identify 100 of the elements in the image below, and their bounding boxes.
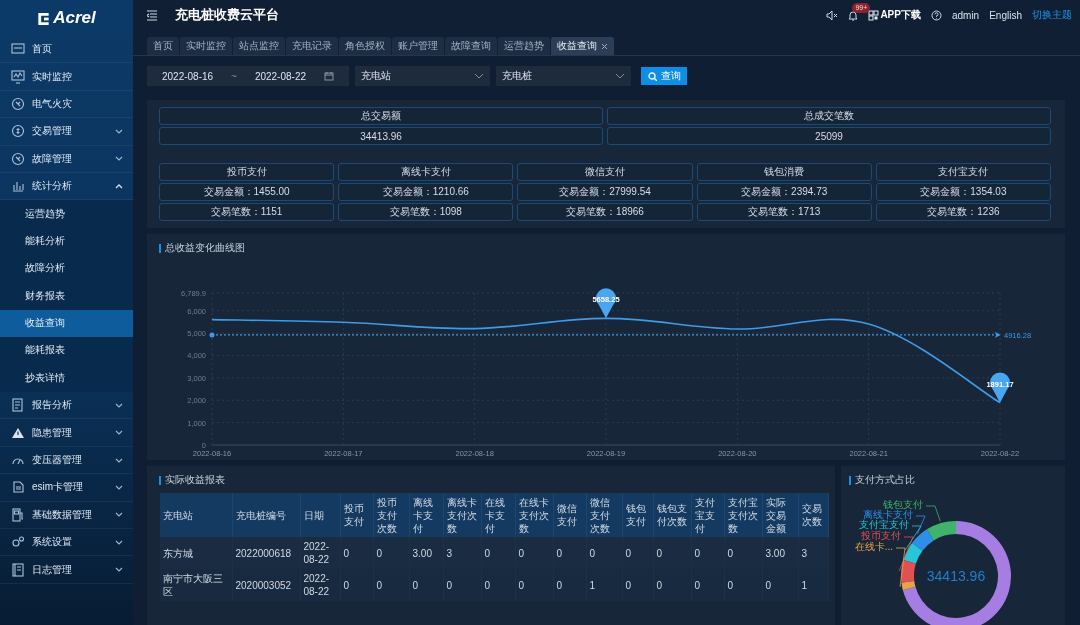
nav-item[interactable]: 交易管理 (0, 118, 133, 146)
table-cell: 0 (443, 569, 481, 601)
tab[interactable]: 收益查询 (551, 37, 614, 55)
table-cell: 0 (409, 569, 443, 601)
nav-item[interactable]: 基础数据管理 (0, 501, 133, 530)
nav-item[interactable]: esim卡管理 (0, 474, 133, 502)
nav-subitem[interactable]: 故障分析 (0, 255, 133, 283)
stat-value: 交易笔数：18966 (517, 203, 693, 221)
date-range-field[interactable]: 2022-08-16 ~ 2022-08-22 (147, 66, 349, 86)
bell-icon[interactable] (848, 9, 859, 21)
stat-label: 总成交笔数 (607, 107, 1051, 125)
column-header[interactable]: 实际交易金额 (762, 493, 798, 537)
column-header[interactable]: 投币支付 (340, 493, 373, 537)
logo-text: Acrel (53, 8, 96, 28)
stat-label: 总交易额 (159, 107, 603, 125)
nav-subitem[interactable]: 能耗分析 (0, 227, 133, 256)
nav-subitem[interactable]: 财务报表 (0, 282, 133, 310)
table-cell: 2020003052 (232, 569, 300, 601)
table-cell: 0 (553, 537, 586, 569)
nav-item[interactable]: 系统设置 (0, 529, 133, 557)
coin-icon (11, 124, 25, 139)
nav-item[interactable]: 日志管理 (0, 556, 133, 584)
help-icon[interactable] (930, 9, 942, 21)
chevron-down-icon (474, 73, 484, 79)
column-header[interactable]: 充电桩编号 (232, 493, 300, 537)
search-icon (647, 71, 657, 81)
stat-value: 交易笔数：1236 (875, 203, 1051, 221)
tab[interactable]: 账户管理 (392, 37, 444, 55)
tab[interactable]: 站点监控 (233, 37, 285, 55)
app-title: 充电桩收费云平台 (175, 6, 280, 24)
nav-item[interactable]: 首页 (0, 36, 133, 64)
payment-method-label: 微信支付 (517, 163, 693, 181)
nav-item[interactable]: 报告分析 (0, 392, 133, 420)
stat-value: 交易金额：1354.03 (875, 183, 1051, 201)
chevron-down-icon (615, 73, 625, 79)
column-header[interactable]: 日期 (300, 493, 340, 537)
tab[interactable]: 运营趋势 (498, 37, 550, 55)
table-cell: 0 (653, 537, 691, 569)
table-cell: 东方城 (160, 537, 232, 569)
table-cell: 0 (691, 537, 724, 569)
nav-subitem[interactable]: 运营趋势 (0, 200, 133, 228)
monitor-icon (11, 42, 25, 57)
column-header[interactable]: 钱包支付次数 (653, 493, 691, 537)
column-header[interactable]: 微信支付 (553, 493, 586, 537)
app-download-link[interactable]: APP下载 (880, 8, 921, 22)
nav-subitem[interactable]: 能耗报表 (0, 337, 133, 365)
tab[interactable]: 角色授权 (339, 37, 391, 55)
column-header[interactable]: 钱包支付 (622, 493, 653, 537)
column-header[interactable]: 交易次数 (798, 493, 828, 537)
circle-icon (11, 96, 25, 111)
qr-code-icon[interactable] (868, 9, 880, 21)
nav-item[interactable]: 实时监控 (0, 63, 133, 91)
logo-icon (37, 10, 51, 26)
book-icon (11, 562, 25, 577)
table-cell: 0 (691, 569, 724, 601)
payment-method-label: 投币支付 (159, 163, 335, 181)
table-cell: 0 (622, 569, 653, 601)
pile-select[interactable]: 充电桩 (496, 66, 631, 86)
tab[interactable]: 实时监控 (180, 37, 232, 55)
column-header[interactable]: 在线卡支付次数 (515, 493, 553, 537)
table-cell: 0 (340, 537, 373, 569)
column-header[interactable]: 在线卡支付 (481, 493, 515, 537)
card-icon (11, 480, 25, 495)
table-cell: 1 (798, 569, 828, 601)
nav-subitem[interactable]: 收益查询 (0, 309, 133, 338)
nav-item[interactable]: 电气火灾 (0, 90, 133, 119)
nav-item[interactable]: 故障管理 (0, 145, 133, 173)
column-header[interactable]: 离线卡支付 (409, 493, 443, 537)
user-name[interactable]: admin (951, 9, 980, 21)
tab[interactable]: 首页 (147, 37, 179, 55)
theme-link[interactable]: 切换主题 (1032, 8, 1072, 22)
menu-icon[interactable] (147, 9, 157, 21)
nav-subitem[interactable]: 抄表详情 (0, 364, 133, 393)
table-cell: 3 (443, 537, 481, 569)
nav-item[interactable]: 隐患管理 (0, 419, 133, 447)
tab[interactable]: 充电记录 (286, 37, 338, 55)
column-header[interactable]: 充电站 (160, 493, 232, 537)
column-header[interactable]: 投币支付次数 (373, 493, 409, 537)
tab[interactable]: 故障查询 (445, 37, 497, 55)
table-cell: 0 (481, 569, 515, 601)
nav-item[interactable]: 变压器管理 (0, 446, 133, 475)
center-value: 34413.96 (926, 568, 986, 584)
table-cell: 0 (622, 537, 653, 569)
close-icon[interactable] (601, 42, 608, 50)
column-header[interactable]: 支付宝支付次数 (724, 493, 762, 537)
calendar-icon[interactable] (324, 71, 334, 81)
table-cell: 南宁市大阪三区 (160, 569, 232, 601)
bar-chart-icon (11, 179, 25, 194)
section-title: 总收益变化曲线图 (165, 241, 245, 255)
stat-value: 34413.96 (159, 127, 603, 145)
language-link[interactable]: English (989, 9, 1022, 21)
table-cell: 2022-08-22 (300, 537, 340, 569)
fuel-pump-icon (11, 507, 25, 522)
column-header[interactable]: 微信支付次数 (586, 493, 622, 537)
mute-icon[interactable] (826, 9, 839, 21)
stat-value: 交易笔数：1151 (159, 203, 335, 221)
column-header[interactable]: 支付宝支付 (691, 493, 724, 537)
column-header[interactable]: 离线卡支付次数 (443, 493, 481, 537)
section-title: 支付方式占比 (855, 473, 915, 487)
station-select[interactable]: 充电站 (355, 66, 490, 86)
